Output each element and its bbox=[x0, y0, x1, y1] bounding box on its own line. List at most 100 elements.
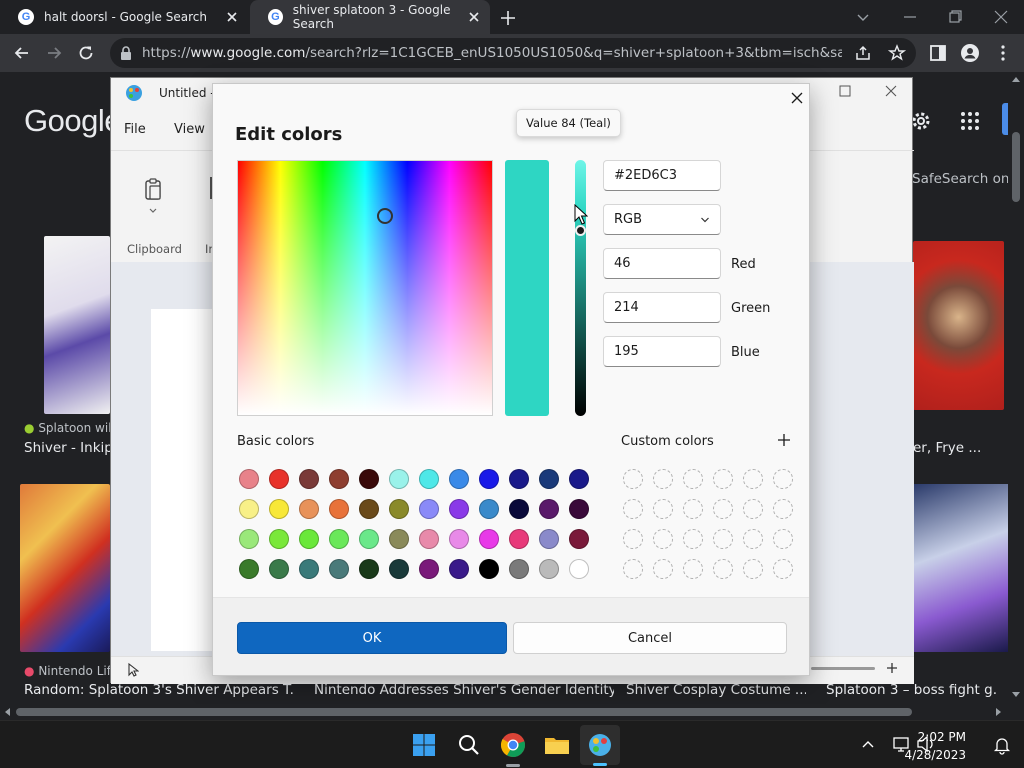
menu-view[interactable]: View bbox=[174, 122, 205, 137]
custom-color-slot[interactable] bbox=[683, 529, 703, 549]
result-caption[interactable]: Shiver - Inkipe bbox=[24, 440, 110, 456]
basic-color-swatch[interactable] bbox=[569, 559, 589, 579]
address-bar[interactable]: https://www.google.com/search?rlz=1C1GCE… bbox=[110, 38, 916, 68]
clipboard-paste-icon[interactable] bbox=[143, 177, 163, 201]
custom-color-slot[interactable] bbox=[743, 499, 763, 519]
new-tab-icon[interactable] bbox=[498, 8, 518, 28]
chrome-icon[interactable] bbox=[499, 731, 527, 759]
result-image-nintendo-life[interactable] bbox=[20, 484, 110, 652]
scroll-right-icon[interactable] bbox=[996, 708, 1002, 716]
basic-color-swatch[interactable] bbox=[359, 499, 379, 519]
result-image-shiver-inkipedia[interactable] bbox=[44, 236, 110, 414]
custom-color-slot[interactable] bbox=[773, 559, 793, 579]
minimize-icon[interactable] bbox=[899, 6, 921, 28]
custom-color-slot[interactable] bbox=[713, 469, 733, 489]
green-input[interactable]: 214 bbox=[603, 292, 721, 323]
chevron-up-icon[interactable] bbox=[860, 737, 876, 753]
custom-color-slot[interactable] bbox=[653, 469, 673, 489]
custom-color-slot[interactable] bbox=[743, 529, 763, 549]
red-input[interactable]: 46 bbox=[603, 248, 721, 279]
value-slider[interactable] bbox=[575, 160, 586, 416]
custom-color-slot[interactable] bbox=[623, 559, 643, 579]
basic-color-swatch[interactable] bbox=[329, 499, 349, 519]
result-source[interactable]: ● Splatoon wik bbox=[24, 421, 115, 435]
custom-color-slot[interactable] bbox=[653, 499, 673, 519]
paint-close-icon[interactable] bbox=[884, 84, 898, 98]
result-caption[interactable]: Splatoon 3 – boss fight g... bbox=[826, 682, 998, 698]
basic-color-swatch[interactable] bbox=[539, 529, 559, 549]
reload-icon[interactable] bbox=[76, 43, 96, 63]
basic-color-swatch[interactable] bbox=[539, 499, 559, 519]
basic-color-swatch[interactable] bbox=[539, 559, 559, 579]
paint-taskbar-button[interactable] bbox=[580, 725, 620, 766]
custom-color-slot[interactable] bbox=[683, 499, 703, 519]
basic-color-swatch[interactable] bbox=[509, 499, 529, 519]
paint-maximize-icon[interactable] bbox=[838, 84, 852, 98]
google-logo[interactable]: Google bbox=[24, 103, 121, 139]
tab-halt-doorsl[interactable]: G halt doorsl - Google Search bbox=[0, 0, 248, 34]
basic-color-swatch[interactable] bbox=[449, 469, 469, 489]
close-tab-icon[interactable] bbox=[224, 9, 240, 25]
basic-color-swatch[interactable] bbox=[509, 469, 529, 489]
windows-start-icon[interactable] bbox=[410, 731, 438, 759]
basic-color-swatch[interactable] bbox=[419, 529, 439, 549]
basic-color-swatch[interactable] bbox=[569, 499, 589, 519]
custom-color-slot[interactable] bbox=[683, 559, 703, 579]
scroll-left-icon[interactable] bbox=[4, 708, 10, 716]
basic-color-swatch[interactable] bbox=[569, 529, 589, 549]
dialog-close-icon[interactable] bbox=[789, 90, 805, 106]
basic-color-swatch[interactable] bbox=[359, 529, 379, 549]
back-arrow-icon[interactable] bbox=[12, 43, 32, 63]
clock-date[interactable]: 4/28/2023 bbox=[904, 748, 966, 762]
custom-color-slot[interactable] bbox=[713, 529, 733, 549]
notification-bell-icon[interactable] bbox=[992, 735, 1012, 755]
ok-button[interactable]: OK bbox=[237, 622, 507, 654]
drawing-canvas[interactable] bbox=[151, 309, 221, 651]
tab-shiver-splatoon[interactable]: G shiver splatoon 3 - Google Search bbox=[250, 0, 490, 34]
horizontal-scroll-thumb[interactable] bbox=[16, 708, 912, 716]
tab-search-chevron-icon[interactable] bbox=[852, 6, 874, 28]
basic-color-swatch[interactable] bbox=[479, 529, 499, 549]
safesearch-label[interactable]: SafeSearch on bbox=[912, 171, 1009, 187]
scroll-down-icon[interactable] bbox=[1012, 692, 1020, 698]
basic-color-swatch[interactable] bbox=[239, 559, 259, 579]
basic-color-swatch[interactable] bbox=[539, 469, 559, 489]
basic-color-swatch[interactable] bbox=[449, 529, 469, 549]
zoom-in-icon[interactable] bbox=[885, 661, 899, 675]
add-custom-color-icon[interactable] bbox=[775, 431, 793, 449]
basic-color-swatch[interactable] bbox=[299, 529, 319, 549]
close-window-icon[interactable] bbox=[990, 6, 1012, 28]
page-horizontal-scrollbar[interactable] bbox=[0, 704, 1008, 720]
lock-icon[interactable] bbox=[120, 46, 132, 60]
result-image-boss-fight[interactable] bbox=[913, 484, 1008, 652]
basic-color-swatch[interactable] bbox=[239, 469, 259, 489]
basic-color-swatch[interactable] bbox=[359, 469, 379, 489]
result-caption[interactable]: er, Frye ... bbox=[913, 440, 1008, 456]
spectrum-picker-handle[interactable] bbox=[377, 208, 393, 224]
result-caption[interactable]: Random: Splatoon 3's Shiver Appears T... bbox=[24, 682, 294, 698]
custom-color-slot[interactable] bbox=[743, 469, 763, 489]
hex-input[interactable]: #2ED6C3 bbox=[603, 160, 721, 191]
custom-color-slot[interactable] bbox=[623, 469, 643, 489]
basic-color-swatch[interactable] bbox=[389, 529, 409, 549]
basic-color-swatch[interactable] bbox=[329, 529, 349, 549]
basic-color-swatch[interactable] bbox=[569, 469, 589, 489]
basic-color-swatch[interactable] bbox=[389, 559, 409, 579]
result-caption[interactable]: Nintendo Addresses Shiver's Gender Ident… bbox=[314, 682, 614, 698]
basic-color-swatch[interactable] bbox=[479, 559, 499, 579]
forward-arrow-icon[interactable] bbox=[44, 43, 64, 63]
side-panel-icon[interactable] bbox=[928, 43, 948, 63]
basic-color-swatch[interactable] bbox=[299, 469, 319, 489]
vertical-scroll-thumb[interactable] bbox=[1012, 132, 1020, 202]
custom-color-slot[interactable] bbox=[713, 499, 733, 519]
color-spectrum[interactable] bbox=[237, 160, 493, 416]
basic-color-swatch[interactable] bbox=[329, 469, 349, 489]
bookmark-star-icon[interactable] bbox=[888, 44, 906, 62]
custom-color-slot[interactable] bbox=[653, 529, 673, 549]
file-explorer-icon[interactable] bbox=[543, 731, 571, 759]
basic-color-swatch[interactable] bbox=[299, 559, 319, 579]
custom-color-slot[interactable] bbox=[713, 559, 733, 579]
search-icon[interactable] bbox=[455, 731, 483, 759]
close-tab-icon[interactable] bbox=[466, 9, 482, 25]
basic-color-swatch[interactable] bbox=[419, 469, 439, 489]
